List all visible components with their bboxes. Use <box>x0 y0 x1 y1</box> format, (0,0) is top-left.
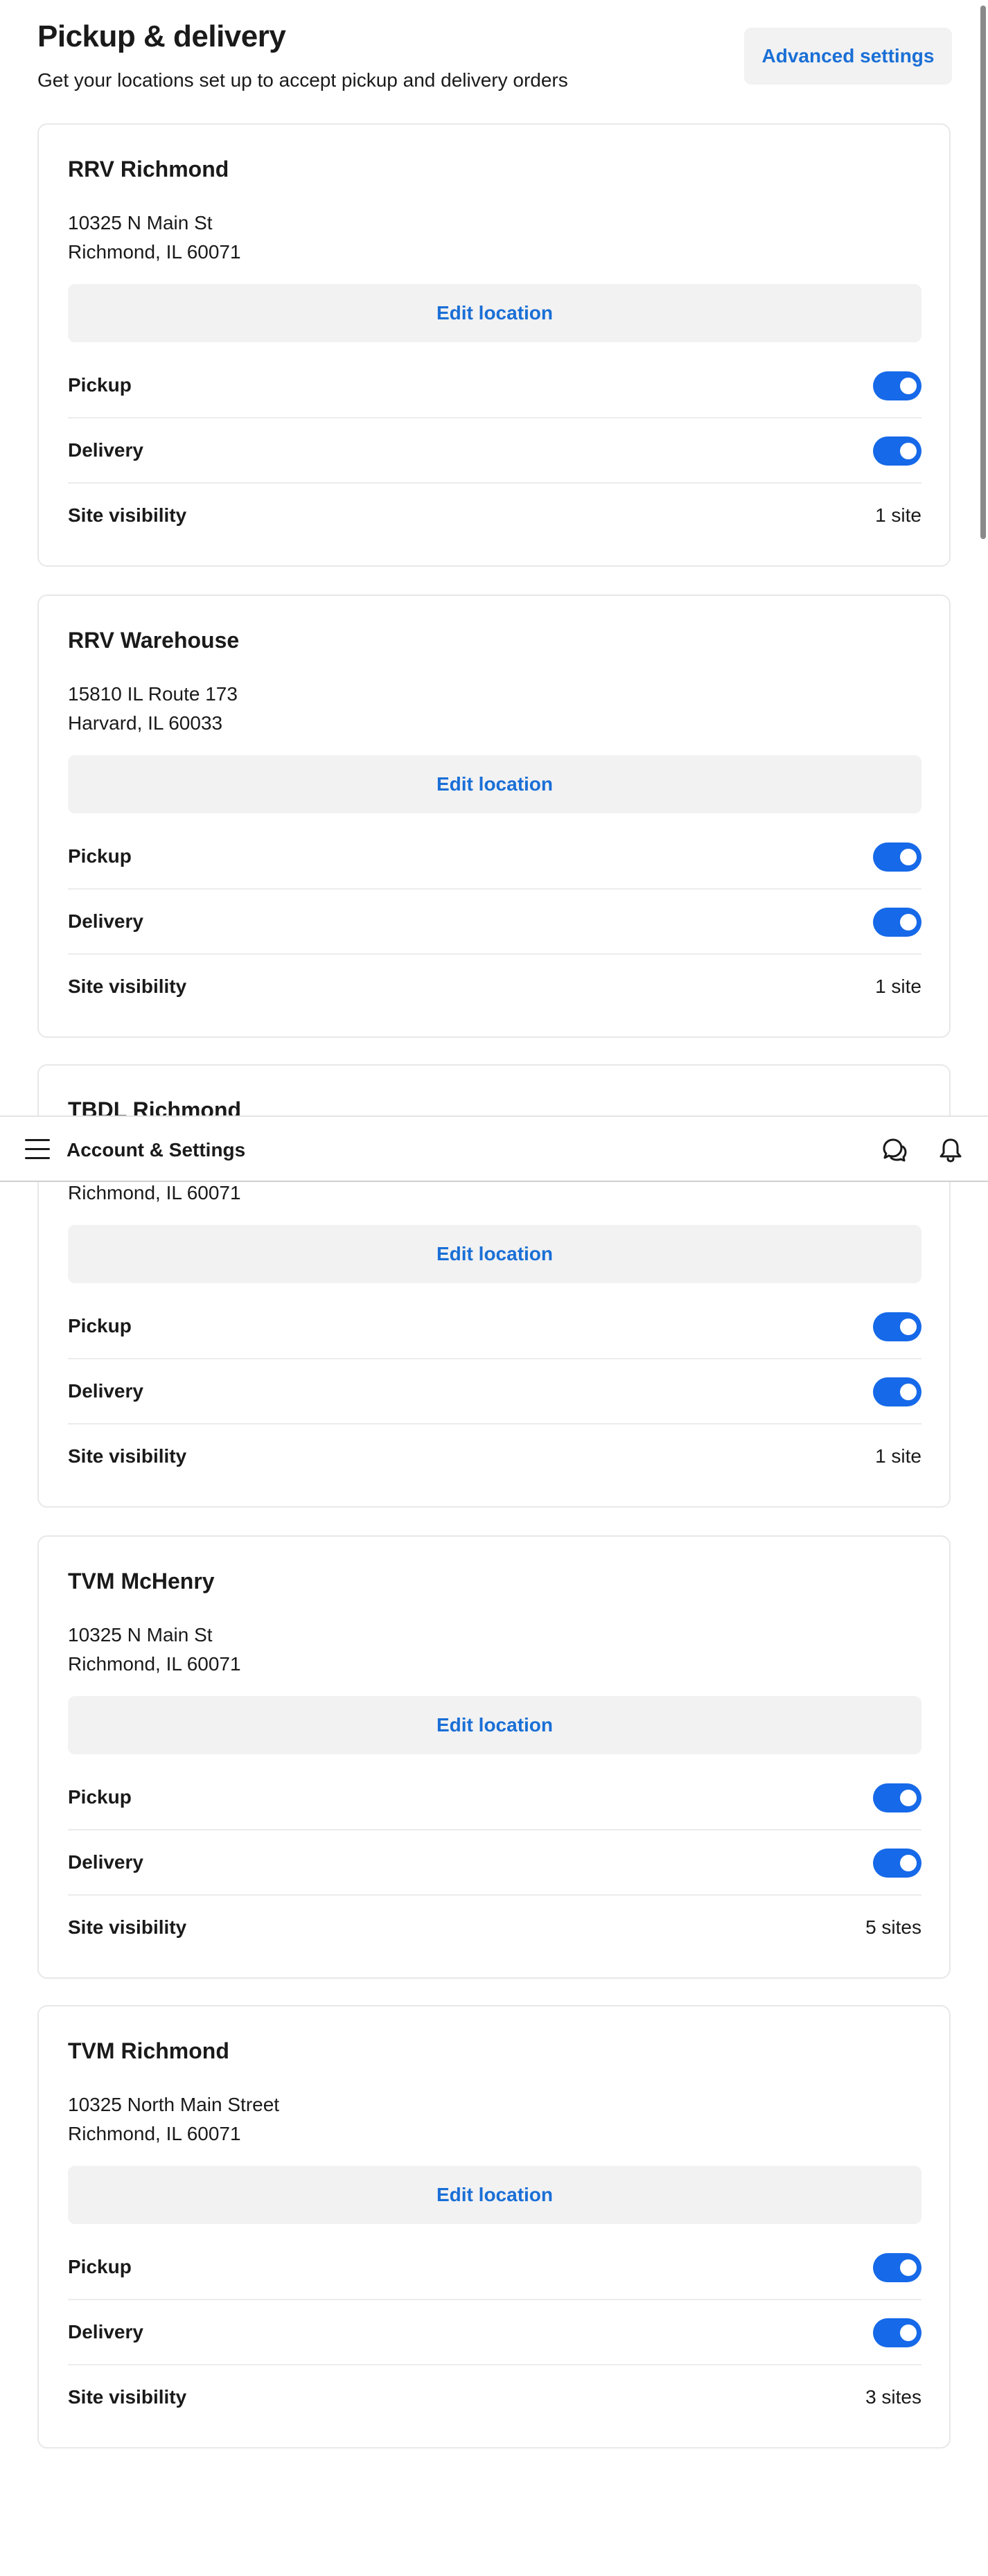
delivery-row: Delivery <box>68 1359 921 1424</box>
pickup-row: Pickup <box>68 353 921 418</box>
site-visibility-label: Site visibility <box>68 1916 187 1938</box>
toggle-knob <box>900 2259 917 2276</box>
hamburger-menu-icon[interactable] <box>25 1139 50 1160</box>
scrollbar-thumb[interactable] <box>980 6 986 539</box>
pickup-label: Pickup <box>68 1786 132 1808</box>
edit-location-button[interactable]: Edit location <box>68 2166 921 2224</box>
delivery-toggle[interactable] <box>873 1377 921 1406</box>
location-card-rrv-warehouse: RRV Warehouse 15810 IL Route 173 Harvard… <box>37 594 951 1038</box>
delivery-label: Delivery <box>68 2321 143 2343</box>
toggle-knob <box>900 849 917 865</box>
site-visibility-value: 5 sites <box>865 1916 921 1938</box>
site-visibility-value: 1 site <box>875 1445 921 1467</box>
bell-icon[interactable] <box>937 1136 964 1164</box>
pickup-toggle[interactable] <box>873 1312 921 1341</box>
location-name: TVM Richmond <box>68 2038 229 2063</box>
page-header: Pickup & delivery Get your locations set… <box>37 19 952 103</box>
delivery-row: Delivery <box>68 2300 921 2365</box>
pickup-label: Pickup <box>68 1315 132 1336</box>
location-card-tvm-mchenry: TVM McHenry 10325 N Main St Richmond, IL… <box>37 1535 951 1979</box>
edit-location-button[interactable]: Edit location <box>68 1225 921 1283</box>
delivery-toggle[interactable] <box>873 2318 921 2347</box>
location-address-line1: 10325 N Main St <box>68 212 213 233</box>
pickup-row: Pickup <box>68 1294 921 1359</box>
toggle-knob <box>900 2324 917 2341</box>
location-card-rrv-richmond: RRV Richmond 10325 N Main St Richmond, I… <box>37 123 951 567</box>
pickup-toggle[interactable] <box>873 1783 921 1812</box>
delivery-label: Delivery <box>68 910 143 932</box>
pickup-row: Pickup <box>68 2235 921 2300</box>
location-address-line2: Richmond, IL 60071 <box>68 241 241 263</box>
site-visibility-label: Site visibility <box>68 504 187 526</box>
toggle-knob <box>900 914 917 930</box>
toggle-knob <box>900 1790 917 1806</box>
delivery-label: Delivery <box>68 1851 143 1873</box>
location-card-tvm-richmond: TVM Richmond 10325 North Main Street Ric… <box>37 2005 951 2449</box>
delivery-label: Delivery <box>68 439 143 461</box>
pickup-toggle[interactable] <box>873 371 921 400</box>
pickup-delivery-page: Pickup & delivery Get your locations set… <box>0 0 988 2576</box>
location-name: RRV Richmond <box>68 157 229 182</box>
delivery-row: Delivery <box>68 1830 921 1896</box>
location-name: RRV Warehouse <box>68 628 240 653</box>
site-visibility-row[interactable]: Site visibility 5 sites <box>68 1896 921 1961</box>
navbar-title: Account & Settings <box>67 1139 246 1161</box>
pickup-label: Pickup <box>68 2256 132 2277</box>
site-visibility-row[interactable]: Site visibility 1 site <box>68 1424 921 1490</box>
delivery-row: Delivery <box>68 890 921 955</box>
site-visibility-label: Site visibility <box>68 2386 187 2408</box>
location-address-line2: Richmond, IL 60071 <box>68 1653 241 1675</box>
site-visibility-row[interactable]: Site visibility 1 site <box>68 484 921 549</box>
toggle-knob <box>900 1855 917 1871</box>
site-visibility-label: Site visibility <box>68 976 187 997</box>
delivery-row: Delivery <box>68 418 921 484</box>
pickup-label: Pickup <box>68 845 132 867</box>
pickup-row: Pickup <box>68 824 921 890</box>
edit-location-button[interactable]: Edit location <box>68 284 921 342</box>
delivery-toggle[interactable] <box>873 1849 921 1878</box>
advanced-settings-button[interactable]: Advanced settings <box>744 28 952 85</box>
page-subtitle: Get your locations set up to accept pick… <box>37 69 568 91</box>
pickup-toggle[interactable] <box>873 2253 921 2282</box>
delivery-toggle[interactable] <box>873 436 921 466</box>
delivery-label: Delivery <box>68 1380 143 1402</box>
pickup-label: Pickup <box>68 374 132 396</box>
toggle-knob <box>900 443 917 459</box>
location-address-line2: Richmond, IL 60071 <box>68 2123 241 2144</box>
site-visibility-value: 1 site <box>875 976 921 997</box>
location-address-line2: Harvard, IL 60033 <box>68 712 223 734</box>
pickup-toggle[interactable] <box>873 843 921 872</box>
site-visibility-row[interactable]: Site visibility 1 site <box>68 955 921 1020</box>
toggle-knob <box>900 1318 917 1335</box>
edit-location-button[interactable]: Edit location <box>68 1696 921 1754</box>
location-address-line2: Richmond, IL 60071 <box>68 1182 241 1203</box>
location-address-line1: 15810 IL Route 173 <box>68 683 238 705</box>
toggle-knob <box>900 378 917 394</box>
location-name: TVM McHenry <box>68 1569 215 1594</box>
location-address-line1: 10325 N Main St <box>68 1624 213 1646</box>
site-visibility-value: 3 sites <box>865 2386 921 2408</box>
location-address-line1: 10325 North Main Street <box>68 2094 280 2115</box>
page-scrollbar[interactable] <box>978 0 988 2576</box>
site-visibility-label: Site visibility <box>68 1445 187 1467</box>
site-visibility-value: 1 site <box>875 504 921 526</box>
chat-bubbles-icon[interactable] <box>880 1136 908 1164</box>
account-settings-navbar: Account & Settings <box>0 1115 988 1182</box>
delivery-toggle[interactable] <box>873 908 921 937</box>
site-visibility-row[interactable]: Site visibility 3 sites <box>68 2365 921 2431</box>
page-title: Pickup & delivery <box>37 19 286 53</box>
toggle-knob <box>900 1384 917 1400</box>
pickup-row: Pickup <box>68 1765 921 1830</box>
edit-location-button[interactable]: Edit location <box>68 755 921 813</box>
